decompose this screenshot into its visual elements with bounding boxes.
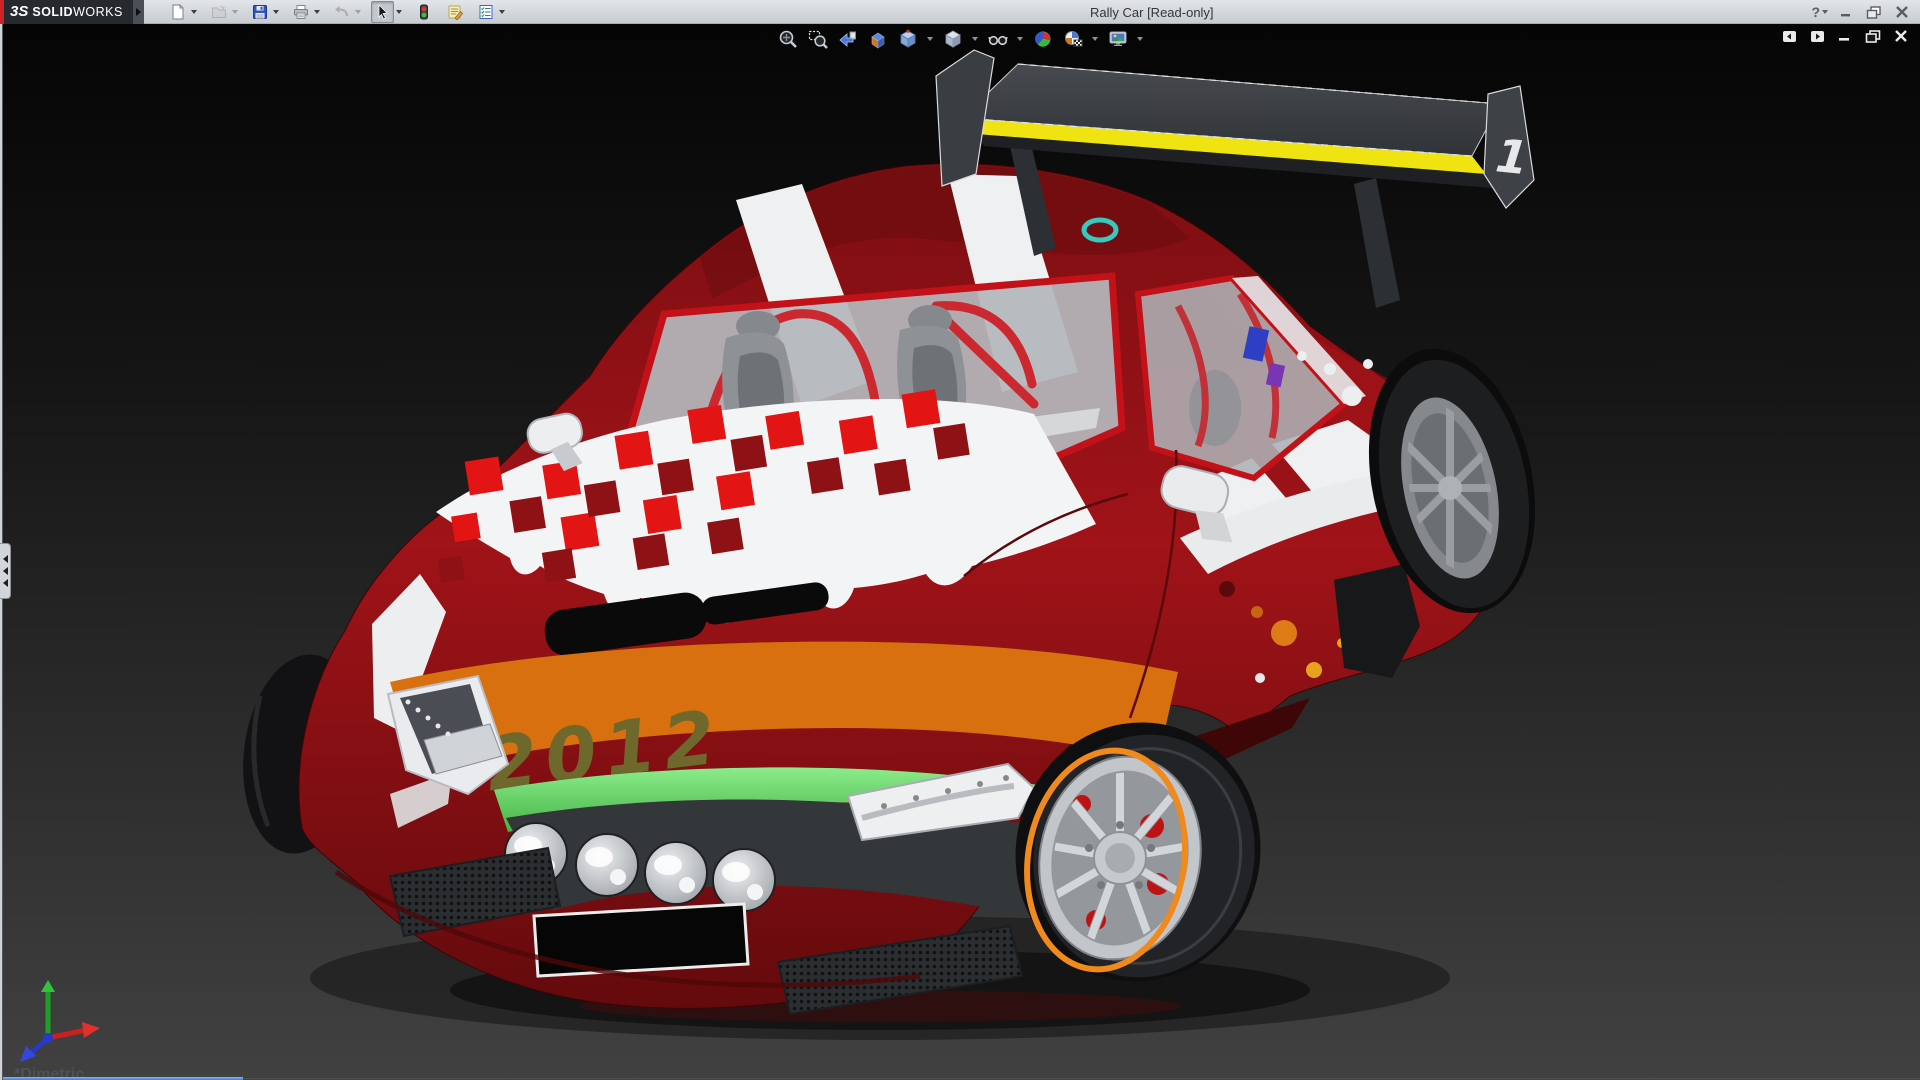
save-button[interactable] xyxy=(248,1,271,23)
zoom-to-area-icon xyxy=(808,29,828,49)
doc-close-button[interactable] xyxy=(1892,28,1910,44)
document-title: Rally Car [Read-only] xyxy=(1090,0,1214,24)
view-orientation-dropdown[interactable] xyxy=(926,27,935,51)
edit-appearance-button[interactable] xyxy=(1031,27,1055,51)
minimize-button[interactable] xyxy=(1836,4,1856,20)
menu-expand-button[interactable] xyxy=(133,0,144,24)
open-folder-icon xyxy=(211,4,227,20)
brand-solid: SOLID xyxy=(32,5,73,19)
save-floppy-icon xyxy=(252,4,268,20)
doc-minimize-button[interactable] xyxy=(1836,28,1854,44)
undo-button[interactable] xyxy=(330,1,353,23)
open-button[interactable] xyxy=(207,1,230,23)
solidworks-logo: 3S SOLIDWORKS xyxy=(0,0,133,24)
file-properties-button[interactable] xyxy=(443,1,466,23)
scene-ball-icon xyxy=(1063,29,1083,49)
previous-view-icon xyxy=(838,29,858,49)
panel-left-icon xyxy=(1782,30,1797,43)
heads-up-view-toolbar xyxy=(0,27,1920,51)
options-dropdown[interactable] xyxy=(497,1,507,23)
options-button[interactable] xyxy=(474,1,497,23)
title-bar: 3S SOLIDWORKS xyxy=(0,0,1920,24)
restore-button[interactable] xyxy=(1864,4,1884,20)
doc-restore-icon xyxy=(1865,30,1881,43)
print-dropdown[interactable] xyxy=(312,1,322,23)
minimize-icon xyxy=(1839,6,1853,18)
eyeglasses-icon xyxy=(988,29,1008,49)
undo-icon xyxy=(334,4,350,20)
zoom-to-fit-icon xyxy=(778,29,798,49)
expand-arrow-icon xyxy=(136,8,141,16)
doc-minimize-icon xyxy=(1838,30,1852,42)
print-button[interactable] xyxy=(289,1,312,23)
restore-icon xyxy=(1866,6,1882,19)
save-dropdown[interactable] xyxy=(271,1,281,23)
help-button[interactable]: ? xyxy=(1811,4,1828,20)
section-view-icon xyxy=(868,29,888,49)
rebuild-button[interactable] xyxy=(412,1,435,23)
rally-car-model[interactable]: 2012 xyxy=(0,0,1920,1056)
viewport-bottom-edge xyxy=(0,1078,1920,1079)
orientation-triad xyxy=(16,980,104,1064)
side-vent xyxy=(1334,564,1420,678)
brand-works: WORKS xyxy=(73,5,123,19)
view-orientation-cube-icon xyxy=(898,29,918,49)
view-settings-monitor-icon xyxy=(1108,29,1128,49)
apply-scene-button[interactable] xyxy=(1061,27,1085,51)
select-tool-dropdown[interactable] xyxy=(394,1,404,23)
panel-collapse-handle[interactable] xyxy=(0,543,11,599)
document-window-controls xyxy=(1780,28,1910,44)
undo-dropdown[interactable] xyxy=(353,1,363,23)
collapse-arrow-icon xyxy=(3,555,8,563)
display-style-dropdown[interactable] xyxy=(971,27,980,51)
hide-show-items-button[interactable] xyxy=(986,27,1010,51)
hide-show-items-dropdown[interactable] xyxy=(1016,27,1025,51)
section-view-button[interactable] xyxy=(866,27,890,51)
zoom-to-area-button[interactable] xyxy=(806,27,830,51)
new-document-button[interactable] xyxy=(166,1,189,23)
dassault-3ds-logo-icon: 3S xyxy=(10,3,28,20)
print-icon xyxy=(293,4,309,20)
main-toolbar xyxy=(166,1,513,23)
logo-red-strip xyxy=(0,0,4,24)
display-style-button[interactable] xyxy=(941,27,965,51)
view-settings-button[interactable] xyxy=(1106,27,1130,51)
collapse-right-pane-button[interactable] xyxy=(1808,28,1826,44)
collapse-left-pane-button[interactable] xyxy=(1780,28,1798,44)
close-button[interactable] xyxy=(1892,4,1912,20)
appearance-ball-icon xyxy=(1033,29,1053,49)
file-properties-icon xyxy=(447,4,463,20)
apply-scene-dropdown[interactable] xyxy=(1091,27,1100,51)
display-style-cube-icon xyxy=(943,29,963,49)
cursor-arrow-icon xyxy=(375,4,391,20)
solidworks-window: 3S SOLIDWORKS xyxy=(0,0,1920,1080)
doc-restore-button[interactable] xyxy=(1864,28,1882,44)
new-document-dropdown[interactable] xyxy=(189,1,199,23)
collapse-arrow-icon xyxy=(3,567,8,575)
panel-right-icon xyxy=(1810,30,1825,43)
view-settings-dropdown[interactable] xyxy=(1136,27,1145,51)
select-tool-button[interactable] xyxy=(371,1,394,23)
previous-view-button[interactable] xyxy=(836,27,860,51)
wing-number-text: 1 xyxy=(1493,128,1530,185)
zoom-to-fit-button[interactable] xyxy=(776,27,800,51)
view-orientation-button[interactable] xyxy=(896,27,920,51)
collapse-arrow-icon xyxy=(3,579,8,587)
rebuild-traffic-light-icon xyxy=(416,4,432,20)
options-checklist-icon xyxy=(478,4,494,20)
close-icon xyxy=(1895,6,1909,18)
new-document-icon xyxy=(170,4,186,20)
window-controls: ? xyxy=(1811,0,1912,24)
help-dropdown-icon xyxy=(1822,10,1828,14)
open-dropdown[interactable] xyxy=(230,1,240,23)
doc-close-icon xyxy=(1894,30,1908,42)
